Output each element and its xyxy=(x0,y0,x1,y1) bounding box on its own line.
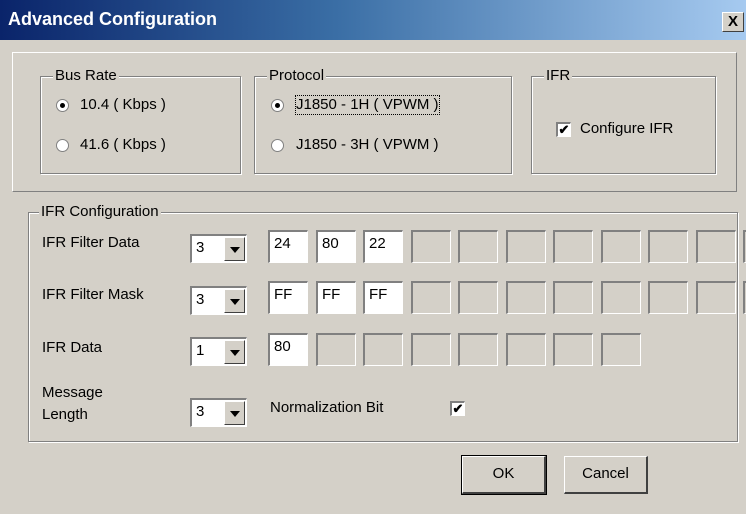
ifr-filter-mask-byte-6[interactable] xyxy=(506,281,546,314)
close-button[interactable]: X xyxy=(722,12,744,32)
bus-rate-41-6-radio[interactable] xyxy=(56,139,69,152)
ifr-configuration-legend: IFR Configuration xyxy=(39,203,161,221)
normalization-bit-checkbox[interactable]: ✔ xyxy=(450,401,465,416)
message-length-select[interactable]: 3 xyxy=(190,398,247,427)
window-title: Advanced Configuration xyxy=(8,9,218,29)
bus-rate-41-6-label[interactable]: 41.6 ( Kbps ) xyxy=(80,136,166,154)
chevron-down-icon[interactable] xyxy=(224,340,245,364)
configure-ifr-checkbox[interactable]: ✔ xyxy=(556,122,571,137)
ifr-data-byte-6[interactable] xyxy=(506,333,546,366)
ifr-filter-mask-byte-7[interactable] xyxy=(553,281,593,314)
ifr-filter-data-count-select[interactable]: 3 xyxy=(190,234,247,263)
ifr-filter-data-byte-5[interactable] xyxy=(458,230,498,263)
message-length-label-line2: Length xyxy=(42,406,88,423)
ifr-filter-mask-count-select[interactable]: 3 xyxy=(190,286,247,315)
ifr-filter-mask-byte-5[interactable] xyxy=(458,281,498,314)
normalization-bit-label: Normalization Bit xyxy=(270,399,384,416)
chevron-down-icon[interactable] xyxy=(224,237,245,261)
ifr-filter-data-byte-7[interactable] xyxy=(553,230,593,263)
ifr-filter-mask-byte-9[interactable] xyxy=(648,281,688,314)
ifr-data-byte-8[interactable] xyxy=(601,333,641,366)
ifr-legend: IFR xyxy=(544,67,573,85)
ifr-filter-mask-byte-1[interactable]: FF xyxy=(268,281,308,314)
cancel-button[interactable]: Cancel xyxy=(564,456,648,494)
ifr-filter-mask-byte-10[interactable] xyxy=(696,281,736,314)
ifr-filter-data-byte-8[interactable] xyxy=(601,230,641,263)
ifr-filter-mask-byte-8[interactable] xyxy=(601,281,641,314)
ifr-filter-data-count-value: 3 xyxy=(196,239,205,256)
ifr-filter-data-byte-3[interactable]: 22 xyxy=(363,230,403,263)
ifr-data-byte-4[interactable] xyxy=(411,333,451,366)
ok-button[interactable]: OK xyxy=(461,455,547,495)
ifr-filter-mask-byte-3[interactable]: FF xyxy=(363,281,403,314)
ifr-filter-data-byte-2[interactable]: 80 xyxy=(316,230,356,263)
protocol-legend: Protocol xyxy=(267,67,327,85)
chevron-down-icon[interactable] xyxy=(224,401,245,425)
ifr-filter-mask-byte-4[interactable] xyxy=(411,281,451,314)
ifr-filter-data-byte-6[interactable] xyxy=(506,230,546,263)
ifr-data-byte-3[interactable] xyxy=(363,333,403,366)
bus-rate-group: Bus Rate xyxy=(40,67,241,174)
ifr-filter-data-byte-4[interactable] xyxy=(411,230,451,263)
ifr-data-count-value: 1 xyxy=(196,342,205,359)
ifr-filter-data-byte-9[interactable] xyxy=(648,230,688,263)
chevron-down-icon[interactable] xyxy=(224,289,245,313)
protocol-1h-label[interactable]: J1850 - 1H ( VPWM ) xyxy=(295,95,440,115)
ifr-filter-data-label: IFR Filter Data xyxy=(42,234,140,251)
protocol-1h-radio[interactable] xyxy=(271,99,284,112)
ifr-filter-mask-count-value: 3 xyxy=(196,291,205,308)
protocol-3h-label[interactable]: J1850 - 3H ( VPWM ) xyxy=(296,136,439,154)
ifr-data-count-select[interactable]: 1 xyxy=(190,337,247,366)
ifr-filter-data-byte-10[interactable] xyxy=(696,230,736,263)
ifr-filter-data-byte-1[interactable]: 24 xyxy=(268,230,308,263)
bus-rate-10-4-radio[interactable] xyxy=(56,99,69,112)
message-length-value: 3 xyxy=(196,403,205,420)
ifr-data-byte-2[interactable] xyxy=(316,333,356,366)
ifr-data-byte-5[interactable] xyxy=(458,333,498,366)
protocol-group: Protocol xyxy=(254,67,512,174)
ifr-data-byte-1[interactable]: 80 xyxy=(268,333,308,366)
bus-rate-legend: Bus Rate xyxy=(53,67,119,85)
ifr-filter-mask-byte-2[interactable]: FF xyxy=(316,281,356,314)
configure-ifr-label[interactable]: Configure IFR xyxy=(580,120,673,138)
ifr-filter-mask-label: IFR Filter Mask xyxy=(42,286,144,303)
title-bar: Advanced Configuration X xyxy=(0,0,746,40)
message-length-label-line1: Message xyxy=(42,384,103,401)
ifr-data-byte-7[interactable] xyxy=(553,333,593,366)
bus-rate-10-4-label[interactable]: 10.4 ( Kbps ) xyxy=(80,96,166,114)
ifr-data-label: IFR Data xyxy=(42,339,103,356)
protocol-3h-radio[interactable] xyxy=(271,139,284,152)
